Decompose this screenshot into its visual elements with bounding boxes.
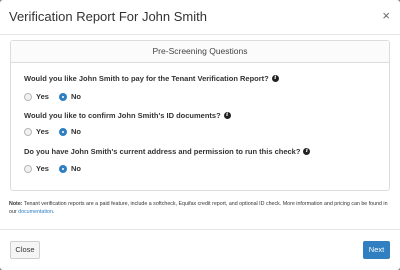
radio-label: Yes <box>36 92 49 101</box>
radio-checked-icon[interactable] <box>58 92 67 101</box>
question-2-text: Would you like to confirm John Smith's I… <box>24 111 221 120</box>
next-button[interactable]: Next <box>363 241 390 259</box>
modal-title: Verification Report For John Smith <box>9 9 207 24</box>
question-2-yes-radio[interactable]: Yes <box>24 127 49 136</box>
info-icon[interactable]: i <box>223 112 231 119</box>
close-button[interactable]: Close <box>10 241 40 259</box>
radio-label: No <box>70 92 81 101</box>
footer-divider <box>0 229 400 230</box>
question-3-options: Yes No <box>24 164 91 173</box>
question-2-no-radio[interactable]: No <box>58 127 81 136</box>
question-1: Would you like John Smith to pay for the… <box>24 74 279 83</box>
note: Note: Tenant verification reports are a … <box>9 200 393 216</box>
question-2-options: Yes No <box>24 127 91 136</box>
radio-label: Yes <box>36 127 49 136</box>
modal-header: Verification Report For John Smith × <box>0 0 400 35</box>
radio-label: Yes <box>36 164 49 173</box>
question-1-yes-radio[interactable]: Yes <box>24 92 49 101</box>
radio-unchecked-icon[interactable] <box>24 127 32 136</box>
close-icon[interactable]: × <box>382 8 390 23</box>
question-1-options: Yes No <box>24 92 91 101</box>
question-1-no-radio[interactable]: No <box>58 92 81 101</box>
radio-unchecked-icon[interactable] <box>24 92 32 101</box>
note-label: Note: <box>9 201 23 207</box>
note-end: . <box>52 209 55 215</box>
radio-checked-icon[interactable] <box>58 164 67 173</box>
info-icon[interactable]: i <box>303 148 311 155</box>
panel-heading: Pre-Screening Questions <box>11 41 389 63</box>
question-3-no-radio[interactable]: No <box>58 164 81 173</box>
question-2: Would you like to confirm John Smith's I… <box>24 111 231 120</box>
radio-checked-icon[interactable] <box>58 127 67 136</box>
verification-modal: Verification Report For John Smith × Pre… <box>0 0 400 270</box>
note-text: Tenant verification reports are a paid f… <box>9 201 388 215</box>
radio-label: No <box>70 164 81 173</box>
question-1-text: Would you like John Smith to pay for the… <box>24 74 269 83</box>
question-3: Do you have John Smith's current address… <box>24 147 311 156</box>
question-3-yes-radio[interactable]: Yes <box>24 164 49 173</box>
question-3-text: Do you have John Smith's current address… <box>24 147 301 156</box>
pre-screening-panel: Pre-Screening Questions Would you like J… <box>10 40 390 191</box>
info-icon[interactable]: i <box>271 75 279 82</box>
radio-unchecked-icon[interactable] <box>24 164 32 173</box>
documentation-link[interactable]: documentation <box>18 209 53 215</box>
radio-label: No <box>70 127 81 136</box>
